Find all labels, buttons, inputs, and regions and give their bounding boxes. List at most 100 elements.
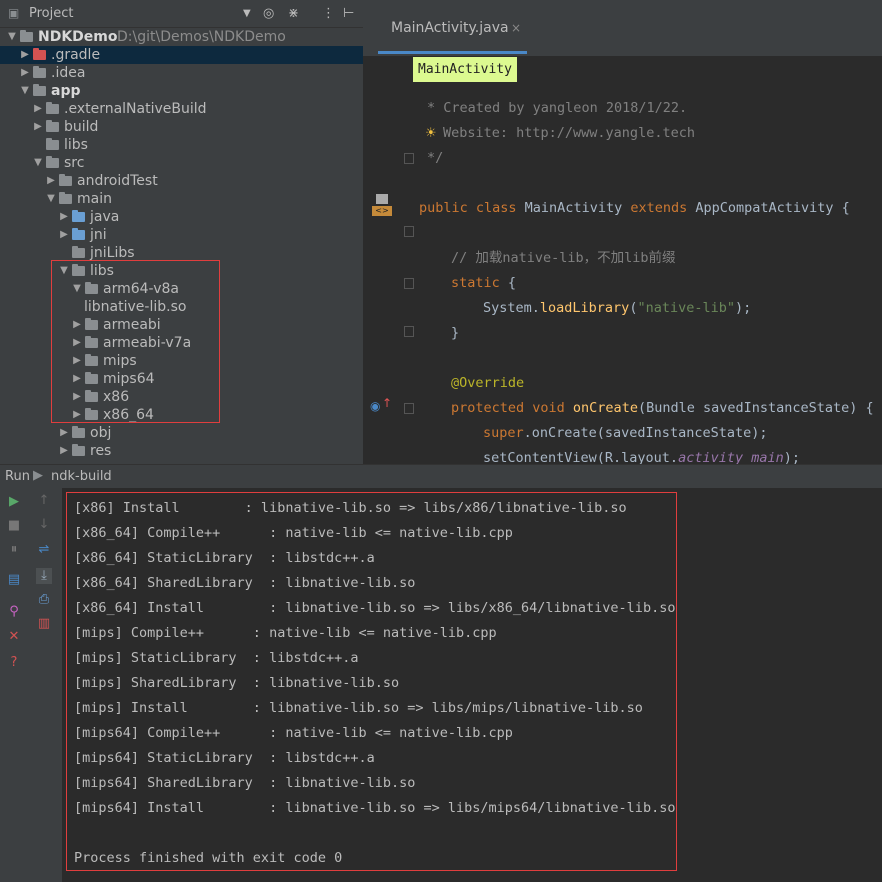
- fold-icon[interactable]: [404, 153, 414, 164]
- chevron-right-icon[interactable]: ▶: [58, 208, 70, 226]
- tree-item--gradle[interactable]: ▶ .gradle: [0, 46, 363, 64]
- override-icon[interactable]: ◉: [370, 399, 380, 413]
- chevron-right-icon[interactable]: ▶: [58, 424, 70, 442]
- tree-item--idea[interactable]: ▶ .idea: [0, 64, 363, 82]
- layout-icon[interactable]: <>: [372, 194, 392, 218]
- tree-item-label: res: [90, 443, 112, 459]
- folder-icon: [72, 228, 85, 240]
- rerun-icon[interactable]: ▶: [6, 494, 22, 510]
- code-token: * Created by: [427, 100, 533, 116]
- tree-item-label: jni: [90, 227, 107, 243]
- chevron-down-icon[interactable]: ▼: [243, 8, 251, 19]
- tree-item-androidtest[interactable]: ▶ androidTest: [0, 172, 363, 190]
- tree-item-label: obj: [90, 425, 112, 441]
- project-path: D:\git\Demos\NDKDemo: [117, 29, 286, 45]
- tree-item-label: .gradle: [51, 47, 101, 63]
- chevron-right-icon[interactable]: ▶: [19, 46, 31, 64]
- trash-icon[interactable]: ▥: [36, 616, 52, 632]
- chevron-down-icon[interactable]: ▼: [6, 28, 18, 46]
- help-icon[interactable]: ?: [6, 655, 22, 671]
- scroll-to-end-icon[interactable]: ⤓: [36, 568, 52, 584]
- run-config[interactable]: ndk-build: [51, 469, 112, 484]
- folder-icon: [72, 210, 85, 222]
- run-label[interactable]: Run: [5, 469, 30, 484]
- tree-item-label: androidTest: [77, 173, 158, 189]
- tree-item-label: build: [64, 119, 99, 135]
- output-highlight-box: [66, 492, 677, 871]
- folder-icon: [33, 84, 46, 96]
- tab-main-activity[interactable]: MainActivity.java ×: [378, 10, 527, 54]
- soft-wrap-icon[interactable]: ⇌: [36, 542, 52, 558]
- target-icon[interactable]: ◎: [263, 6, 274, 21]
- code-line: super.onCreate(savedInstanceState);: [483, 423, 767, 443]
- tree-item-label: .externalNativeBuild: [64, 101, 207, 117]
- code-token: // 加载native-lib，不加lib前缀: [451, 250, 676, 266]
- code-token: AppCompatActivity {: [695, 200, 850, 216]
- libs-highlight-box: [51, 260, 220, 423]
- chevron-right-icon[interactable]: ▶: [45, 172, 57, 190]
- fold-icon[interactable]: [404, 278, 414, 289]
- pause-icon[interactable]: ⏸: [6, 542, 22, 558]
- folder-icon: [20, 30, 33, 42]
- tree-item-jni[interactable]: ▶ jni: [0, 226, 363, 244]
- chevron-right-icon[interactable]: ▶: [32, 118, 44, 136]
- code-token: }: [451, 325, 460, 341]
- arrow-up-icon[interactable]: ↑: [382, 396, 392, 410]
- breadcrumb[interactable]: MainActivity: [413, 57, 517, 82]
- close-icon[interactable]: ×: [511, 21, 521, 35]
- hide-icon[interactable]: ⊢: [343, 6, 354, 21]
- chevron-down-icon[interactable]: ▼: [32, 154, 44, 172]
- code-token: */: [427, 150, 444, 166]
- code-token: Website: http://www.yangle.tech: [443, 125, 695, 141]
- code-token: (Bundle savedInstanceState) {: [637, 400, 874, 416]
- project-panel-title[interactable]: Project: [29, 6, 73, 21]
- layout-icon[interactable]: ▤: [6, 572, 22, 588]
- tree-item-libs[interactable]: libs: [0, 136, 363, 154]
- tree-item-app[interactable]: ▼ app: [0, 82, 363, 100]
- code-token: System.: [483, 300, 540, 316]
- tree-item-label: .idea: [51, 65, 86, 81]
- gear-icon[interactable]: ⋮: [322, 6, 335, 21]
- chevron-right-icon[interactable]: ▶: [32, 100, 44, 118]
- stop-icon[interactable]: ■: [6, 518, 22, 534]
- print-icon[interactable]: ⎙: [36, 592, 52, 608]
- fold-icon[interactable]: [404, 403, 414, 414]
- code-line: Website: http://www.yangle.tech: [443, 123, 695, 143]
- pin-icon[interactable]: ⚲: [6, 604, 22, 620]
- chevron-right-icon[interactable]: ▶: [19, 64, 31, 82]
- tree-item-java[interactable]: ▶ java: [0, 208, 363, 226]
- chevron-down-icon[interactable]: ▼: [19, 82, 31, 100]
- tree-item-build[interactable]: ▶ build: [0, 118, 363, 136]
- code-token: protected void: [451, 400, 573, 416]
- code-line: public class MainActivity extends AppCom…: [419, 198, 850, 218]
- chevron-right-icon[interactable]: ▶: [58, 226, 70, 244]
- collapse-icon[interactable]: ⋇: [288, 6, 299, 21]
- tree-item-ndkdemo[interactable]: ▼ NDKDemo D:\git\Demos\NDKDemo: [0, 28, 363, 46]
- chevron-down-icon[interactable]: ▼: [45, 190, 57, 208]
- tree-item-res[interactable]: ▶ res: [0, 442, 363, 460]
- close-icon[interactable]: ✕: [6, 629, 22, 645]
- folder-icon: [33, 66, 46, 78]
- tree-item-main[interactable]: ▼ main: [0, 190, 363, 208]
- arrow-up-icon[interactable]: ↑: [36, 493, 52, 509]
- tree-item--externalnativebuild[interactable]: ▶ .externalNativeBuild: [0, 100, 363, 118]
- project-view-icon[interactable]: ▣: [8, 6, 19, 20]
- code-line: */: [427, 148, 443, 168]
- chevron-right-icon[interactable]: ▶: [58, 442, 70, 460]
- folder-icon: [59, 174, 72, 186]
- lightbulb-icon[interactable]: ☀: [425, 126, 437, 141]
- code-token: loadLibrary: [539, 300, 630, 316]
- tree-item-label: src: [64, 155, 85, 171]
- code-line: }: [451, 323, 459, 343]
- folder-icon: [46, 156, 59, 168]
- fold-icon[interactable]: [404, 226, 414, 237]
- code-token: yangle: [532, 100, 582, 116]
- fold-icon[interactable]: [404, 326, 414, 337]
- arrow-down-icon[interactable]: ↓: [36, 517, 52, 533]
- tree-item-obj[interactable]: ▶ obj: [0, 424, 363, 442]
- tree-item-label: main: [77, 191, 112, 207]
- code-line: protected void onCreate(Bundle savedInst…: [451, 398, 874, 418]
- folder-icon: [46, 102, 59, 114]
- project-panel-header: ▣ Project ▼ ◎ ⋇ ⋮ ⊢: [0, 0, 363, 28]
- tree-item-src[interactable]: ▼ src: [0, 154, 363, 172]
